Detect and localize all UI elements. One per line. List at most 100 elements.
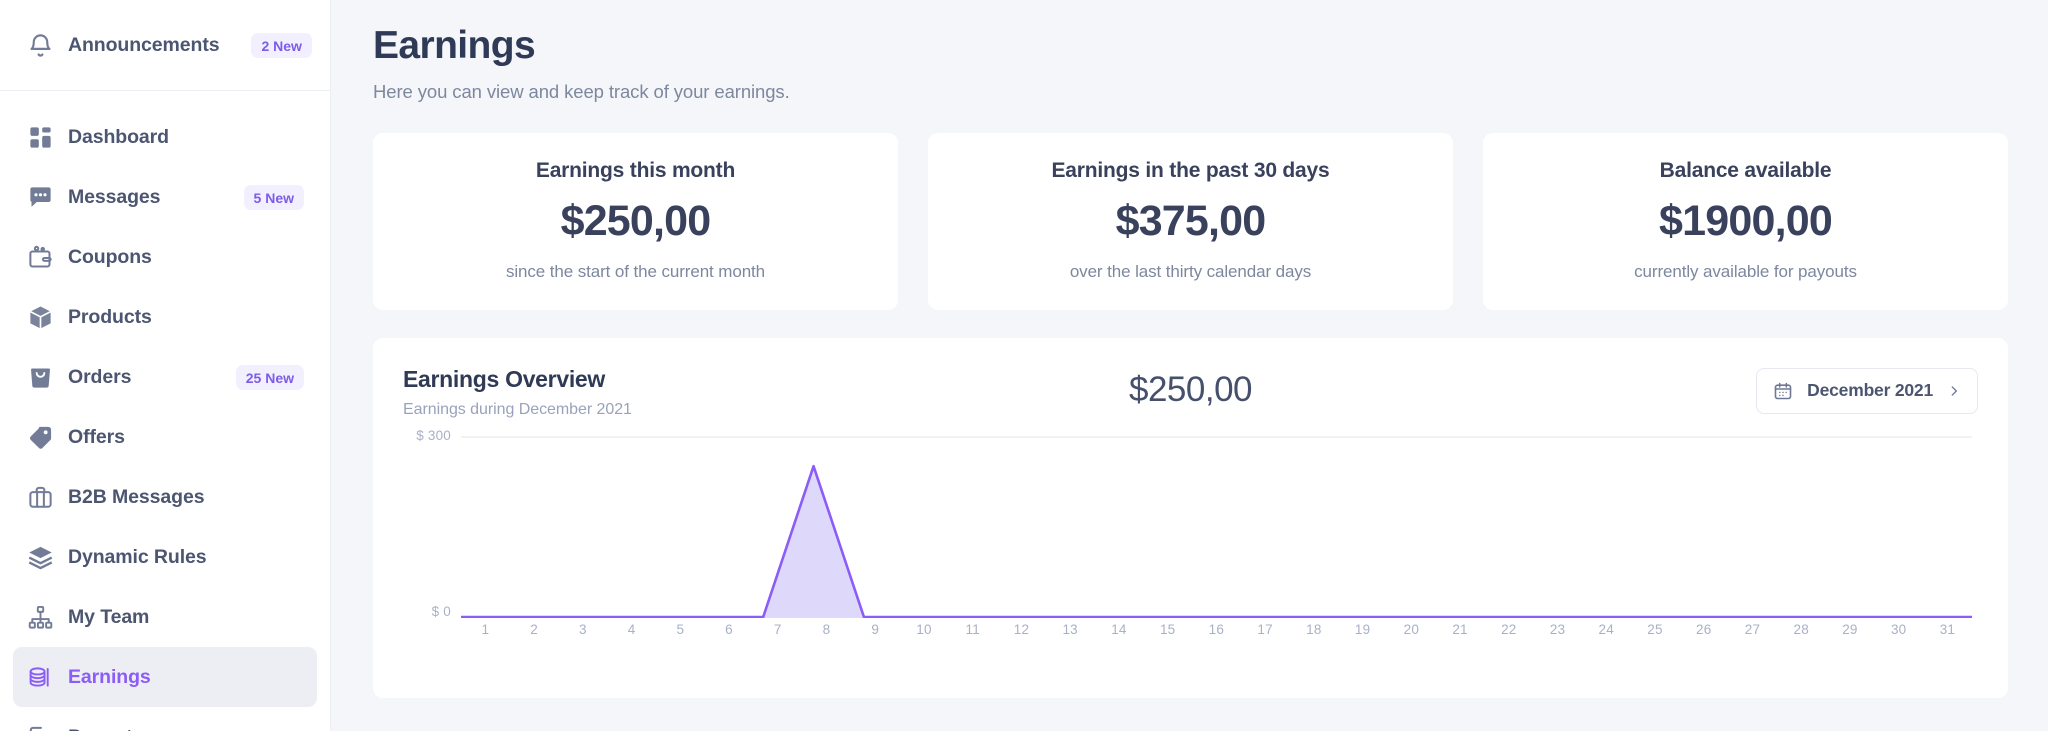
stat-card-earnings-this-month: Earnings this month $250,00 since the st…	[373, 133, 898, 310]
org-chart-icon	[26, 603, 54, 631]
x-axis-tick: 8	[802, 622, 851, 637]
stat-note: currently available for payouts	[1503, 262, 1988, 282]
x-axis-tick: 15	[1143, 622, 1192, 637]
sidebar-item-messages[interactable]: Messages 5 New	[13, 167, 317, 227]
stat-card-balance-available: Balance available $1900,00 currently ava…	[1483, 133, 2008, 310]
sidebar-item-label: Dynamic Rules	[68, 546, 207, 569]
tag-icon	[26, 423, 54, 451]
x-axis-tick: 16	[1192, 622, 1241, 637]
coins-icon	[26, 663, 54, 691]
sidebar-item-label: Orders	[68, 366, 131, 389]
x-axis-tick: 1	[461, 622, 510, 637]
earnings-overview-card: Earnings Overview Earnings during Decemb…	[373, 338, 2008, 698]
page-title: Earnings	[373, 24, 2048, 69]
stat-card-earnings-past-30-days: Earnings in the past 30 days $375,00 ove…	[928, 133, 1453, 310]
sidebar-item-label: My Team	[68, 606, 149, 629]
sidebar-item-label: Messages	[68, 186, 160, 209]
x-axis-tick: 21	[1436, 622, 1485, 637]
sidebar-item-announcements[interactable]: Announcements 2 New	[0, 0, 330, 91]
x-axis-tick: 14	[1095, 622, 1144, 637]
x-axis-tick: 11	[948, 622, 997, 637]
sidebar-item-products[interactable]: Products	[13, 287, 317, 347]
sidebar-item-dynamic-rules[interactable]: Dynamic Rules	[13, 527, 317, 587]
stat-value: $375,00	[948, 197, 1433, 246]
calendar-icon	[1773, 381, 1793, 401]
sidebar-item-label: B2B Messages	[68, 486, 204, 509]
x-axis-tick: 9	[851, 622, 900, 637]
x-axis-tick: 29	[1826, 622, 1875, 637]
stat-value: $250,00	[393, 197, 878, 246]
page-header: Earnings Here you can view and keep trac…	[331, 0, 2048, 103]
box-icon	[26, 303, 54, 331]
x-axis-tick: 2	[510, 622, 559, 637]
x-axis-tick: 10	[900, 622, 949, 637]
sidebar-item-offers[interactable]: Offers	[13, 407, 317, 467]
status-badge: 25 New	[236, 365, 304, 390]
main-content: Earnings Here you can view and keep trac…	[331, 0, 2048, 731]
sidebar-item-dashboard[interactable]: Dashboard	[13, 107, 317, 167]
dashboard-icon	[26, 123, 54, 151]
x-axis-tick: 22	[1484, 622, 1533, 637]
x-axis-tick: 19	[1338, 622, 1387, 637]
payout-icon	[26, 723, 54, 731]
chat-icon	[26, 183, 54, 211]
chart-plot-area	[461, 436, 1972, 618]
x-axis-tick: 7	[753, 622, 802, 637]
y-axis-tick-max: $ 300	[395, 428, 451, 443]
sidebar-item-label: Offers	[68, 426, 125, 449]
bell-icon	[26, 31, 54, 59]
stat-title: Earnings this month	[393, 159, 878, 183]
sidebar-item-label: Coupons	[68, 246, 152, 269]
sidebar-item-label: Payouts	[68, 726, 143, 731]
x-axis-tick: 4	[607, 622, 656, 637]
x-axis: 1234567891011121314151617181920212223242…	[461, 622, 1972, 637]
sidebar-item-orders[interactable]: Orders 25 New	[13, 347, 317, 407]
y-axis-tick-min: $ 0	[395, 604, 451, 619]
date-picker-label: December 2021	[1807, 380, 1933, 401]
layers-icon	[26, 543, 54, 571]
bag-icon	[26, 363, 54, 391]
sidebar-item-payouts[interactable]: Payouts	[13, 707, 317, 731]
x-axis-tick: 18	[1289, 622, 1338, 637]
x-axis-tick: 17	[1241, 622, 1290, 637]
x-axis-tick: 28	[1777, 622, 1826, 637]
stat-value: $1900,00	[1503, 197, 1988, 246]
sidebar-item-earnings[interactable]: Earnings	[13, 647, 317, 707]
x-axis-tick: 20	[1387, 622, 1436, 637]
sidebar-item-b2b-messages[interactable]: B2B Messages	[13, 467, 317, 527]
x-axis-tick: 27	[1728, 622, 1777, 637]
chart-svg	[461, 436, 1972, 618]
x-axis-tick: 31	[1923, 622, 1972, 637]
stat-title: Earnings in the past 30 days	[948, 159, 1433, 183]
x-axis-tick: 6	[705, 622, 754, 637]
chart-area-fill	[461, 466, 1972, 618]
chart-total-value: $250,00	[403, 370, 1978, 410]
stat-title: Balance available	[1503, 159, 1988, 183]
x-axis-tick: 23	[1533, 622, 1582, 637]
sidebar-nav-list: Dashboard Messages 5 New	[0, 91, 330, 731]
page-subtitle: Here you can view and keep track of your…	[373, 81, 2048, 103]
x-axis-tick: 30	[1874, 622, 1923, 637]
date-picker-button[interactable]: December 2021	[1756, 368, 1978, 414]
chart-line	[461, 466, 1972, 617]
sidebar-item-label: Dashboard	[68, 126, 169, 149]
status-badge: 5 New	[244, 185, 304, 210]
x-axis-tick: 5	[656, 622, 705, 637]
stats-row: Earnings this month $250,00 since the st…	[331, 103, 2048, 310]
sidebar-item-my-team[interactable]: My Team	[13, 587, 317, 647]
sidebar: Announcements 2 New Dashboard	[0, 0, 331, 731]
chevron-right-icon[interactable]	[1947, 382, 1961, 400]
sidebar-item-coupons[interactable]: Coupons	[13, 227, 317, 287]
x-axis-tick: 12	[997, 622, 1046, 637]
x-axis-tick: 25	[1631, 622, 1680, 637]
chart-header: Earnings Overview Earnings during Decemb…	[403, 366, 1978, 424]
status-badge: 2 New	[251, 33, 311, 58]
wallet-icon	[26, 243, 54, 271]
sidebar-item-label: Products	[68, 306, 152, 329]
earnings-chart: $ 300 $ 0 123456789101112131415161718192…	[403, 436, 1978, 646]
stat-note: over the last thirty calendar days	[948, 262, 1433, 282]
x-axis-tick: 3	[558, 622, 607, 637]
briefcase-icon	[26, 483, 54, 511]
sidebar-item-label: Announcements	[68, 34, 219, 57]
x-axis-tick: 13	[1046, 622, 1095, 637]
